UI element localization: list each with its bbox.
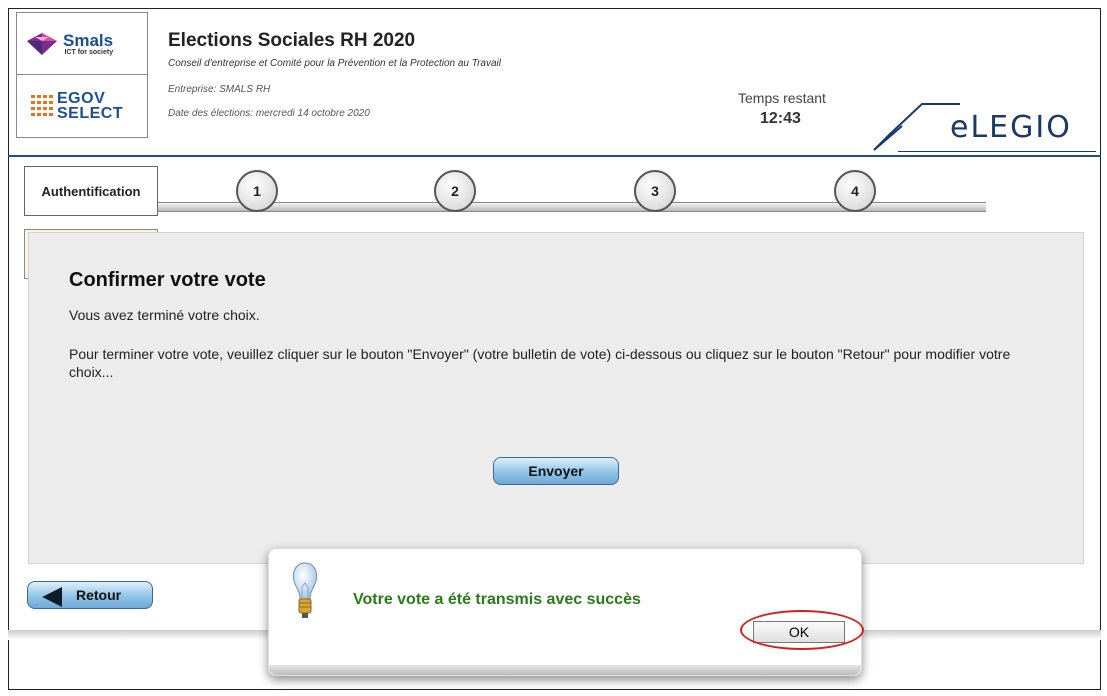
dialog-footer xyxy=(269,665,861,675)
step-4: 4 xyxy=(834,170,876,212)
timer-label: Temps restant xyxy=(738,90,826,106)
tab-authentication[interactable]: Authentification xyxy=(24,166,158,216)
timer-value: 12:43 xyxy=(760,110,801,127)
back-arrow-icon xyxy=(32,584,62,607)
company-label: Entreprise: SMALS RH xyxy=(168,84,271,95)
step-1: 1 xyxy=(236,170,278,212)
egov-logo: EGOV SELECT xyxy=(17,75,147,137)
election-date: Date des élections: mercredi 14 octobre … xyxy=(168,108,370,119)
page-title: Elections Sociales RH 2020 xyxy=(168,30,416,51)
panel-text-instructions: Pour terminer votre vote, veuillez cliqu… xyxy=(69,346,1011,380)
smals-name: Smals xyxy=(63,30,114,50)
egov-line2: SELECT xyxy=(57,105,124,122)
egov-line1: EGOV xyxy=(57,90,106,107)
panel-text-finished: Vous avez terminé votre choix. xyxy=(69,307,260,323)
page-subtitle: Conseil d'entreprise et Comité pour la P… xyxy=(168,58,502,69)
send-button[interactable]: Envoyer xyxy=(493,457,619,485)
smals-diamond-icon xyxy=(27,32,57,55)
confirm-panel: Confirmer votre vote Vous avez terminé v… xyxy=(28,232,1084,564)
back-button-label: Retour xyxy=(76,587,122,603)
back-button[interactable]: Retour xyxy=(27,581,153,609)
egov-grid-icon xyxy=(31,95,53,117)
smals-tagline: ICT for society xyxy=(64,48,114,56)
smals-logo: Smals ICT for society xyxy=(17,13,147,75)
lightbulb-icon xyxy=(291,561,319,621)
elegio-logo: eLEGIO xyxy=(868,96,1098,153)
header-divider xyxy=(8,155,1101,157)
logo-panel: Smals ICT for society EGOV SELECT xyxy=(16,12,148,138)
panel-title: Confirmer votre vote xyxy=(69,269,266,291)
step-2: 2 xyxy=(434,170,476,212)
elegio-brand: eLEGIO xyxy=(950,110,1072,145)
success-message: Votre vote a été transmis avec succès xyxy=(353,591,641,608)
ok-highlight-circle xyxy=(740,610,864,650)
step-3: 3 xyxy=(634,170,676,212)
